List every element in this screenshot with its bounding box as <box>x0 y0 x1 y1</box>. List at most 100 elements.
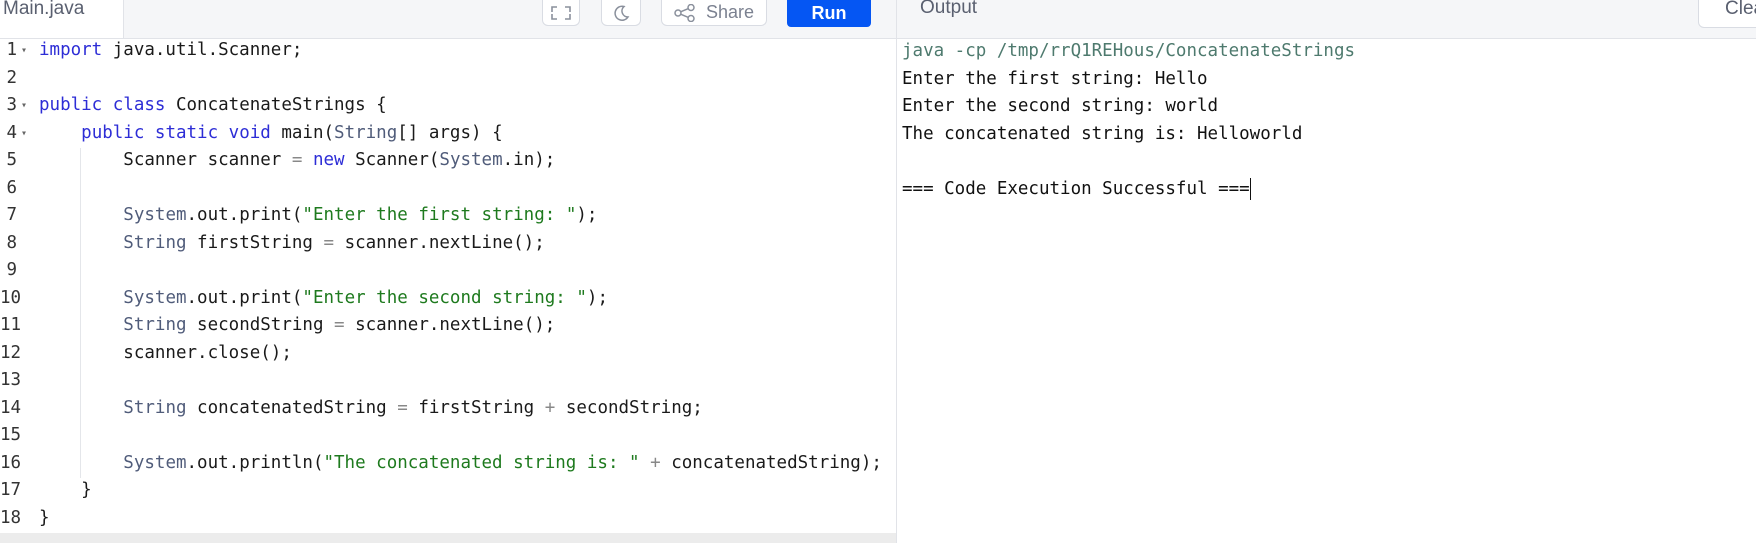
code-text: scanner.close(); <box>39 340 292 368</box>
fullscreen-icon <box>551 5 571 20</box>
run-button[interactable]: Run <box>787 0 871 27</box>
code-token: ConcatenateStrings { <box>165 95 387 115</box>
code-line[interactable]: 3 ▾ public class ConcatenateStrings { <box>0 92 896 120</box>
code-text: System.out.print("Enter the first string… <box>39 202 597 230</box>
output-console[interactable]: java -cp /tmp/rrQ1REHous/ConcatenateStri… <box>902 38 1752 203</box>
code-token: ); <box>586 287 608 308</box>
fold-arrow-icon[interactable]: ▾ <box>21 120 27 148</box>
code-line[interactable]: 13 <box>0 367 896 395</box>
code-token: String <box>334 122 398 143</box>
fold-arrow-icon[interactable]: ▾ <box>21 38 27 65</box>
code-line[interactable]: 9 <box>0 257 896 285</box>
code-token: .in); <box>502 150 556 170</box>
code-line[interactable]: 10 System.out.print("Enter the second st… <box>0 285 896 313</box>
line-number: 9 <box>6 260 17 280</box>
clear-button[interactable]: Clear <box>1698 0 1756 28</box>
code-token: scanner.close(); <box>39 342 292 363</box>
code-token: Scanner( <box>344 150 440 170</box>
code-token: concatenatedString <box>186 397 398 418</box>
code-line[interactable]: 18} <box>0 505 896 533</box>
output-line: Enter the second string: world <box>902 96 1219 116</box>
line-number: 15 <box>0 425 22 445</box>
line-number: 10 <box>0 287 22 308</box>
code-line[interactable]: 4 ▾ public static void main(String[] args… <box>0 120 896 148</box>
code-token: concatenatedString); <box>660 452 882 473</box>
code-token: System <box>123 287 187 308</box>
code-token: "Enter the second string: " <box>302 287 587 308</box>
share-button[interactable]: Share <box>661 0 767 26</box>
code-token: = <box>397 397 408 418</box>
code-line[interactable]: 5 Scanner scanner = new Scanner(System.i… <box>0 147 896 175</box>
code-line[interactable]: 7 System.out.print("Enter the first stri… <box>0 202 896 230</box>
code-token: import <box>39 40 103 60</box>
code-text: Scanner scanner = new Scanner(System.in)… <box>39 147 555 175</box>
code-token: = <box>323 232 335 253</box>
code-token: secondString <box>186 315 335 335</box>
code-text: String concatenatedString = firstString … <box>39 395 703 423</box>
line-number: 7 <box>6 205 17 225</box>
editor-pane: Main.java Share Run 1 ▾ import java.util.S… <box>0 0 896 543</box>
code-token: scanner.nextLine(); <box>344 315 556 335</box>
code-token: + <box>650 452 661 473</box>
output-success-text: === Code Execution Successful === <box>902 178 1250 199</box>
code-token: ); <box>576 205 598 225</box>
code-token: } <box>39 507 50 528</box>
output-title: Output <box>920 0 978 18</box>
code-line[interactable]: 17 } <box>0 477 896 505</box>
code-text: import java.util.Scanner; <box>39 38 302 65</box>
output-command: java -cp /tmp/rrQ1REHous/ConcatenateStri… <box>902 41 1356 61</box>
output-header: Output Clear <box>897 0 1756 39</box>
file-tab-main-java[interactable]: Main.java <box>0 0 124 38</box>
line-number: 14 <box>0 397 22 418</box>
code-token: public class <box>39 95 166 115</box>
line-number: 11 <box>0 315 22 335</box>
line-number: 12 <box>0 342 22 363</box>
code-token: System <box>123 452 187 473</box>
code-text: System.out.println("The concatenated str… <box>39 450 882 478</box>
line-number: 4 <box>6 122 17 143</box>
line-number: 18 <box>0 507 22 528</box>
line-number: 13 <box>0 370 22 390</box>
code-line[interactable]: 16 System.out.println("The concatenated … <box>0 450 896 478</box>
code-token: String <box>123 397 187 418</box>
code-token: System <box>439 150 503 170</box>
code-token: .out.print( <box>186 205 303 225</box>
fullscreen-button[interactable] <box>542 0 580 26</box>
code-token: System <box>123 205 187 225</box>
output-line: The concatenated string is: Helloworld <box>902 123 1303 144</box>
code-text: } <box>39 505 50 533</box>
code-token: secondString; <box>555 397 703 418</box>
code-line[interactable]: 6 <box>0 175 896 203</box>
code-line[interactable]: 14 String concatenatedString = firstStri… <box>0 395 896 423</box>
line-number: 2 <box>6 67 17 88</box>
code-token: firstString <box>407 397 545 418</box>
code-line[interactable]: 15 <box>0 422 896 450</box>
horizontal-scrollbar[interactable] <box>0 533 896 543</box>
line-number: 16 <box>0 452 22 473</box>
code-token: } <box>39 480 92 500</box>
output-success-line: === Code Execution Successful === <box>902 176 1752 204</box>
code-line[interactable]: 12 scanner.close(); <box>0 340 896 368</box>
code-text: public class ConcatenateStrings { <box>39 92 387 120</box>
fold-arrow-icon[interactable]: ▾ <box>21 92 27 120</box>
code-token: new <box>312 150 345 170</box>
line-number: 3 <box>6 95 17 115</box>
share-label: Share <box>705 2 755 22</box>
code-text: } <box>39 477 92 505</box>
code-token: .out.print( <box>186 287 303 308</box>
code-text: System.out.print("Enter the second strin… <box>39 285 608 313</box>
code-token: + <box>544 397 556 418</box>
code-line[interactable]: 1 ▾ import java.util.Scanner; <box>0 38 896 65</box>
code-token: public static void <box>81 122 271 143</box>
code-line[interactable]: 2 <box>0 65 896 93</box>
code-line[interactable]: 8 String firstString = scanner.nextLine(… <box>0 230 896 258</box>
code-line[interactable]: 11 String secondString = scanner.nextLin… <box>0 312 896 340</box>
code-editor[interactable]: 1 ▾ import java.util.Scanner; 2 3 ▾ public cla… <box>0 38 896 543</box>
code-token: scanner.nextLine(); <box>334 232 545 253</box>
theme-toggle-button[interactable] <box>601 0 641 26</box>
code-token: String <box>123 315 187 335</box>
